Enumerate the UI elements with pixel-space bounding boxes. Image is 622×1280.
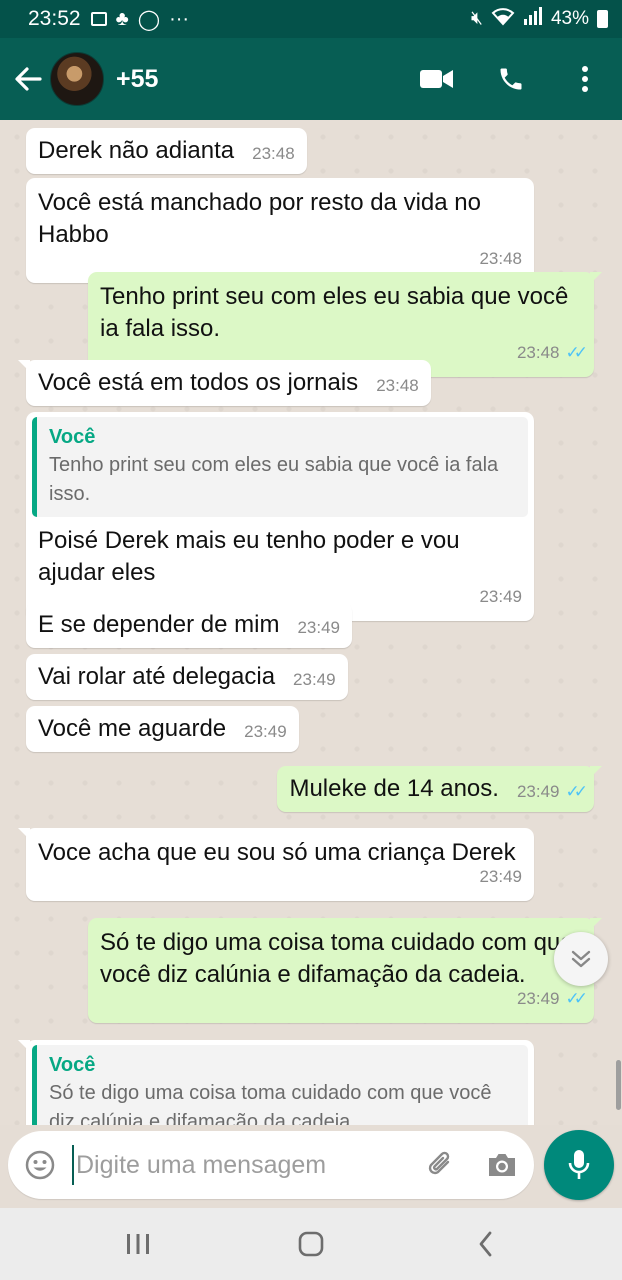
nav-back-icon[interactable] [446,1208,526,1280]
message-text: Você está manchado por resto da vida no … [38,189,481,248]
quoted-message[interactable]: Você Tenho print seu com eles eu sabia q… [32,417,528,517]
quoted-text: Tenho print seu com eles eu sabia que vo… [49,454,499,505]
chat-header: +55 [0,38,622,120]
battery-icon [597,10,608,28]
message-time: 23:49 [516,782,560,801]
signal-icon [523,7,543,31]
message-text: Poisé Derek mais eu tenho poder e vou aj… [38,527,460,586]
message-time: 23:49 [293,670,336,689]
quoted-message[interactable]: Você Só te digo uma coisa toma cuidado c… [32,1045,528,1125]
nav-home-icon[interactable] [271,1208,351,1280]
message-time: 23:48 [516,343,560,362]
message-bubble-incoming[interactable]: Derek não adianta 23:48 [26,128,307,174]
status-bar: 23:52 ♣ ◯ ··· 🔇︎ 43% [0,0,622,38]
message-bubble-incoming-reply[interactable]: Você Tenho print seu com eles eu sabia q… [26,412,534,621]
message-bubble-outgoing[interactable]: Só te digo uma coisa toma cuidado com qu… [88,918,602,1023]
message-time: 23:49 [297,618,341,637]
message-bubble-outgoing[interactable]: Muleke de 14 anos. 23:49 ✓✓ [277,766,602,812]
message-text: Só te digo uma coisa toma cuidado com qu… [100,929,574,988]
message-text: Você está em todos os jornais [38,369,359,396]
message-bubble-incoming[interactable]: Voce acha que eu sou só uma criança Dere… [18,828,534,901]
read-receipt-icon: ✓✓ [565,782,588,801]
message-bubble-incoming[interactable]: Vai rolar até delegacia 23:49 [26,654,348,700]
whatsapp-notification-icon: ◯ [137,8,161,31]
phone-icon[interactable] [474,49,548,109]
message-time: 23:49 [516,989,560,1008]
message-text: Vai rolar até delegacia [38,663,276,690]
nav-recents-icon[interactable] [98,1208,178,1280]
message-bubble-incoming-reply[interactable]: Você Só te digo uma coisa toma cuidado c… [18,1040,534,1125]
message-text: Muleke de 14 anos. [289,775,499,802]
message-text: Você me aguarde [38,715,227,742]
message-time: 23:48 [479,249,522,268]
message-time: 23:48 [376,376,419,395]
message-input[interactable] [72,1145,412,1185]
quoted-author: Você [49,426,96,448]
message-bubble-incoming[interactable]: Você me aguarde 23:49 [26,706,299,752]
read-receipt-icon: ✓✓ [565,343,588,362]
camera-icon[interactable] [470,1131,534,1199]
quoted-author: Você [49,1054,96,1076]
message-bubble-incoming[interactable]: Você está em todos os jornais 23:48 [18,360,431,406]
battery-percent: 43% [550,8,589,29]
emoji-icon[interactable] [8,1131,72,1199]
quoted-text: Só te digo uma coisa toma cuidado com qu… [49,1082,492,1125]
notification-icons: ♣ ◯ ··· [90,7,190,32]
message-bubble-incoming[interactable]: E se depender de mim 23:49 [26,602,353,648]
contact-name[interactable]: +55 [116,65,158,94]
avatar[interactable] [50,52,104,106]
chat-area[interactable]: Derek não adianta 23:48 Você está manchad… [0,120,622,1125]
message-text: Tenho print seu com eles eu sabia que vo… [100,283,569,342]
app-notification-icon: ♣ [115,7,129,30]
gallery-notification-icon [90,12,107,26]
mute-icon: 🔇︎ [470,8,483,29]
message-time: 23:49 [244,722,287,741]
message-bubble-incoming[interactable]: Você está manchado por resto da vida no … [26,178,534,283]
message-composer [8,1131,534,1199]
message-text: Derek não adianta [38,137,235,164]
message-time: 23:49 [479,587,522,606]
scrollbar[interactable] [616,1060,621,1110]
mic-icon[interactable] [544,1130,614,1200]
wifi-icon [491,6,515,32]
scroll-down-icon[interactable] [554,932,608,986]
message-time: 23:49 [479,867,522,886]
message-text: Voce acha que eu sou só uma criança Dere… [38,839,516,866]
more-options-icon[interactable] [548,49,622,109]
more-notifications-icon: ··· [169,7,190,30]
message-time: 23:48 [252,144,295,163]
video-call-icon[interactable] [400,49,474,109]
back-arrow-icon[interactable] [6,57,50,101]
read-receipt-icon: ✓✓ [565,989,588,1008]
message-text: E se depender de mim [38,611,280,638]
system-nav-bar [0,1208,622,1280]
status-time: 23:52 [28,7,81,30]
attach-icon[interactable] [412,1131,470,1199]
